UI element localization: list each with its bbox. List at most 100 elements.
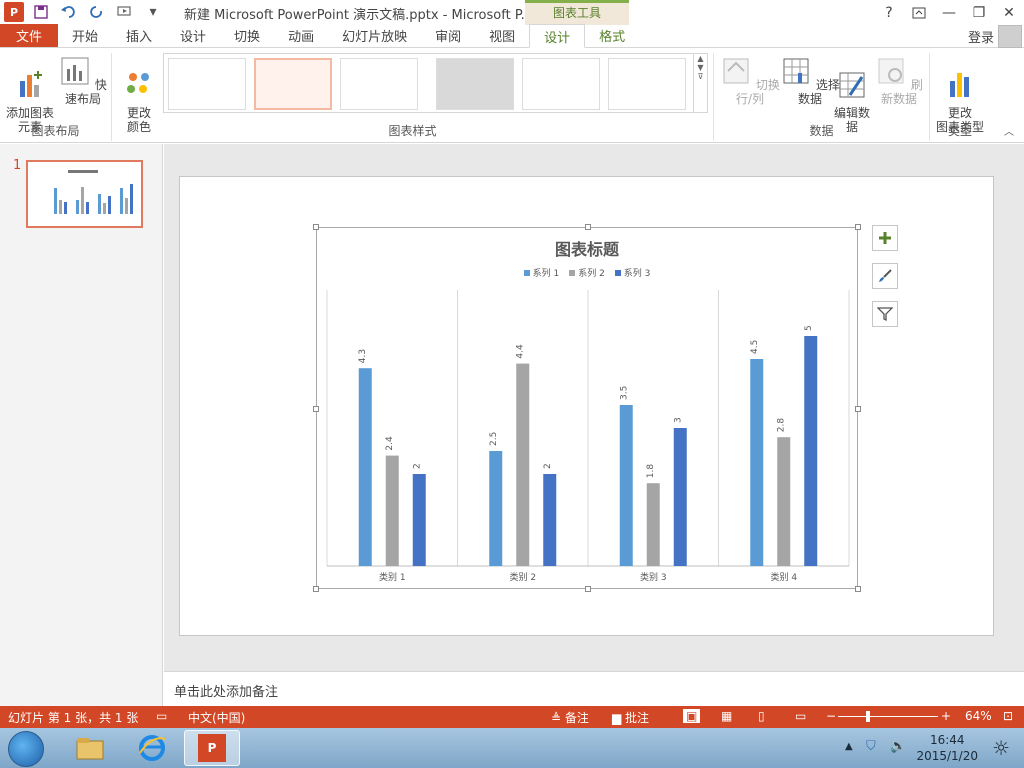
x-tick-label: 类别 4: [770, 571, 797, 583]
reading-view-icon[interactable]: ▯: [758, 709, 765, 723]
slide-thumbnail[interactable]: [26, 160, 143, 228]
collapse-ribbon-icon[interactable]: ︿: [1004, 123, 1014, 138]
slideshow-view-icon[interactable]: ▭: [795, 709, 806, 723]
language-status[interactable]: 中文(中国): [188, 709, 245, 726]
refresh-data-button[interactable]: 刷新数据: [872, 55, 926, 106]
avatar[interactable]: [998, 25, 1022, 48]
chart-plot-area: 4.3 2.4 2 类别 1 2.5 4.4 2 类别 2 3.5 1.8 3 类别 3 4.5 2.8 5…: [326, 290, 850, 583]
group-data: 切换行/列 选择数据 编辑数 据 刷新数据 数据: [714, 53, 930, 141]
slide-sorter-icon[interactable]: ▦: [721, 709, 732, 723]
internet-explorer-icon[interactable]: [124, 730, 180, 766]
chart-style-3[interactable]: [340, 58, 418, 110]
chart-bar: [412, 474, 426, 566]
notes-toggle-label: 备注: [564, 711, 589, 725]
quick-layout-icon: [61, 57, 89, 85]
help-button[interactable]: ?: [874, 0, 904, 25]
notes-toggle-button[interactable]: ≜ 备注: [551, 709, 589, 726]
chart-bar: [489, 451, 503, 566]
tab-chart-design[interactable]: 设计: [529, 24, 586, 48]
chart-bar: [750, 359, 764, 566]
chart-elements-button[interactable]: [872, 225, 898, 251]
switch-row-column-button[interactable]: 切换行/列: [718, 55, 782, 106]
taskbar-clock[interactable]: 16:44 2015/1/20: [916, 732, 978, 764]
tab-animations[interactable]: 动画: [274, 24, 328, 47]
start-from-beginning-icon[interactable]: [114, 2, 136, 22]
chart-object[interactable]: 图表标题 系列 1 系列 2 系列 3 4.3 2.4 2 类别 1 2.5 4.4 2 类别…: [313, 224, 861, 592]
chart-bar: [358, 368, 372, 566]
comments-toggle-label: 批注: [625, 711, 650, 725]
data-label: 4.5: [750, 340, 760, 354]
customize-qat-icon[interactable]: ▾: [142, 2, 164, 22]
refresh-data-icon: [878, 58, 904, 84]
add-chart-element-icon: [20, 71, 42, 97]
login-link[interactable]: 登录: [968, 27, 994, 46]
zoom-level[interactable]: 64%: [965, 709, 992, 723]
chart-bar: [619, 405, 633, 566]
tab-file[interactable]: 文件: [0, 24, 58, 47]
group-type: 更改 图表类型 类型: [930, 53, 990, 141]
undo-icon[interactable]: [58, 2, 80, 22]
clock-time: 16:44: [929, 733, 965, 747]
change-chart-type-icon: [950, 73, 969, 97]
tab-home[interactable]: 开始: [58, 24, 112, 47]
zoom-slider-thumb[interactable]: [866, 711, 870, 722]
document-title: 新建 Microsoft PowerPoint 演示文稿.pptx - Micr…: [184, 8, 534, 23]
show-desktop-brightness-icon[interactable]: ☼: [992, 736, 1010, 760]
data-label: 1.8: [646, 464, 656, 479]
slide-canvas[interactable]: 图表标题 系列 1 系列 2 系列 3 4.3 2.4 2 类别 1 2.5 4.4 2 类别…: [179, 176, 994, 636]
status-bar: 幻灯片 第 1 张，共 1 张 ▭ 中文(中国) ≜ 备注 ▆ 批注 ▣ ▦ ▯…: [0, 706, 1024, 728]
notes-pane[interactable]: 单击此处添加备注: [164, 671, 1024, 706]
fit-to-window-icon[interactable]: ⊡: [1003, 709, 1013, 723]
security-shield-icon[interactable]: ⛉: [866, 739, 876, 754]
chart-style-gallery: ▲ ▼ ⊽: [163, 53, 708, 113]
chart-style-1[interactable]: [168, 58, 246, 110]
data-label: 2: [412, 463, 422, 469]
tab-design[interactable]: 设计: [166, 24, 220, 47]
chart-bar: [516, 363, 530, 566]
spell-check-icon[interactable]: ▭: [156, 709, 167, 723]
normal-view-icon[interactable]: ▣: [683, 709, 701, 723]
volume-icon[interactable]: 🔈: [890, 739, 906, 754]
comments-toggle-button[interactable]: ▆ 批注: [612, 709, 649, 726]
redo-icon[interactable]: [86, 2, 108, 22]
zoom-in-button[interactable]: +: [941, 709, 951, 723]
tab-chart-format[interactable]: 格式: [585, 24, 639, 47]
data-label: 5: [804, 325, 814, 331]
powerpoint-app-icon[interactable]: P: [4, 2, 24, 22]
tab-review[interactable]: 审阅: [421, 24, 475, 47]
start-button[interactable]: [8, 731, 44, 767]
title-bar: P ▾ 新建 Microsoft PowerPoint 演示文稿.pptx - …: [0, 0, 1024, 25]
tab-transitions[interactable]: 切换: [220, 24, 274, 47]
edit-data-icon: [839, 72, 865, 98]
tab-view[interactable]: 视图: [475, 24, 529, 47]
minimize-button[interactable]: —: [934, 0, 964, 25]
quick-layout-button[interactable]: 快速布局: [58, 55, 108, 106]
save-icon[interactable]: [30, 2, 52, 22]
chart-bar: [385, 455, 399, 566]
tab-insert[interactable]: 插入: [112, 24, 166, 47]
ribbon-display-options-icon[interactable]: [904, 0, 934, 25]
chart-side-buttons: [872, 225, 898, 339]
data-label: 4.3: [358, 349, 368, 363]
x-tick-label: 类别 3: [640, 571, 667, 583]
file-explorer-icon[interactable]: [62, 730, 118, 766]
zoom-out-button[interactable]: −: [826, 709, 836, 723]
ribbon-tabs: 文件 开始 插入 设计 切换 动画 幻灯片放映 审阅 视图 设计 格式 登录: [0, 24, 1024, 48]
show-hidden-icons-icon[interactable]: ▲: [845, 741, 853, 752]
close-button[interactable]: ✕: [994, 0, 1024, 25]
chart-style-5[interactable]: [522, 58, 600, 110]
slide-thumbnail-pane: 1: [0, 144, 163, 706]
powerpoint-taskbar-icon[interactable]: P: [184, 730, 240, 766]
zoom-slider[interactable]: [838, 716, 938, 717]
data-label: 4.4: [516, 344, 526, 359]
chart-styles-button[interactable]: [872, 263, 898, 289]
paintbrush-icon: [879, 269, 892, 282]
chart-style-6[interactable]: [608, 58, 686, 110]
restore-button[interactable]: ❐: [964, 0, 994, 25]
gallery-scroll[interactable]: ▲ ▼ ⊽: [693, 54, 707, 112]
chart-style-4[interactable]: [436, 58, 514, 110]
chart-style-2[interactable]: [254, 58, 332, 110]
tab-slideshow[interactable]: 幻灯片放映: [328, 24, 421, 47]
chart-filters-button[interactable]: [872, 301, 898, 327]
chart-bar: [804, 336, 818, 566]
